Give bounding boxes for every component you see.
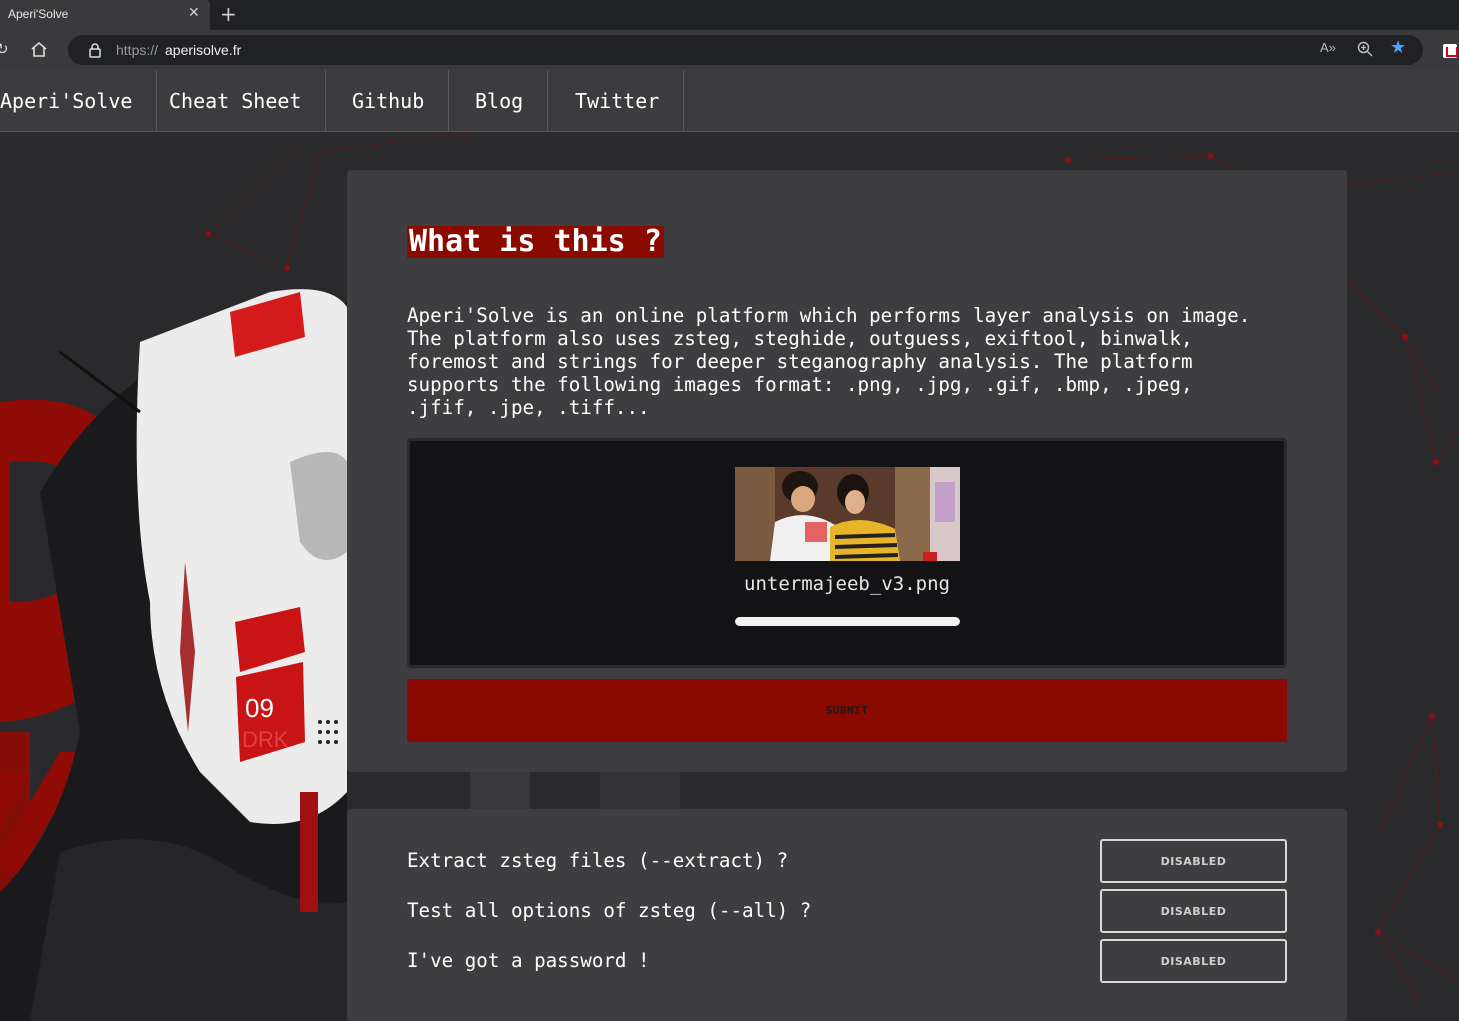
options-card: Extract zsteg files (--extract) ? DISABL… [347, 809, 1347, 1021]
nav-blog-link[interactable]: Blog [451, 70, 549, 132]
lock-icon[interactable] [88, 42, 102, 62]
tab-title: Aperi'Solve [8, 7, 69, 21]
all-options-toggle-button[interactable]: DISABLED [1100, 889, 1287, 933]
url-scheme: https:// [116, 42, 159, 58]
submit-button[interactable]: SUBMIT [407, 679, 1287, 742]
refresh-icon[interactable]: ↻ [0, 40, 9, 58]
password-toggle-button[interactable]: DISABLED [1100, 939, 1287, 983]
upload-progress-bar [735, 617, 960, 626]
option-label-extract: Extract zsteg files (--extract) ? [407, 849, 789, 872]
upload-progress-fill [735, 617, 960, 626]
nav-twitter-link[interactable]: Twitter [551, 70, 685, 132]
browser-tab-bar: Aperi'Solve ✕ + [0, 0, 1459, 30]
option-label-password: I've got a password ! [407, 949, 650, 972]
intro-description: Aperi'Solve is an online platform which … [407, 304, 1251, 419]
close-tab-icon[interactable]: ✕ [188, 5, 200, 21]
home-icon[interactable] [30, 40, 48, 62]
browser-toolbar: ↻ https:// aperisolve.fr A» ★ [0, 30, 1459, 70]
new-tab-icon[interactable]: + [220, 2, 237, 26]
address-bar[interactable]: https:// aperisolve.fr A» ★ [68, 35, 1423, 65]
svg-text:DRK: DRK [242, 727, 289, 752]
browser-tab[interactable]: Aperi'Solve ✕ [0, 0, 210, 30]
extract-toggle-button[interactable]: DISABLED [1100, 839, 1287, 883]
uploaded-filename: untermajeeb_v3.png [744, 573, 950, 595]
nav-home-link[interactable]: Aperi'Solve [0, 70, 158, 132]
url-host: aperisolve.fr [165, 42, 242, 58]
upload-dropzone[interactable]: untermajeeb_v3.png [407, 438, 1287, 668]
page-title: What is this ? [407, 224, 664, 259]
image-preview [735, 467, 960, 561]
extension-icon[interactable] [1443, 44, 1458, 58]
site-navbar: Aperi'Solve Cheat Sheet Github Blog Twit… [0, 70, 1459, 132]
option-label-all: Test all options of zsteg (--all) ? [407, 899, 812, 922]
intro-card: What is this ? Aperi'Solve is an online … [347, 170, 1347, 772]
nav-cheat-sheet-link[interactable]: Cheat Sheet [145, 70, 327, 132]
svg-text:09: 09 [245, 693, 274, 723]
favorite-star-icon[interactable]: ★ [1390, 37, 1406, 58]
nav-github-link[interactable]: Github [328, 70, 450, 132]
zoom-icon[interactable] [1356, 40, 1374, 62]
read-aloud-icon[interactable]: A» [1320, 40, 1336, 55]
